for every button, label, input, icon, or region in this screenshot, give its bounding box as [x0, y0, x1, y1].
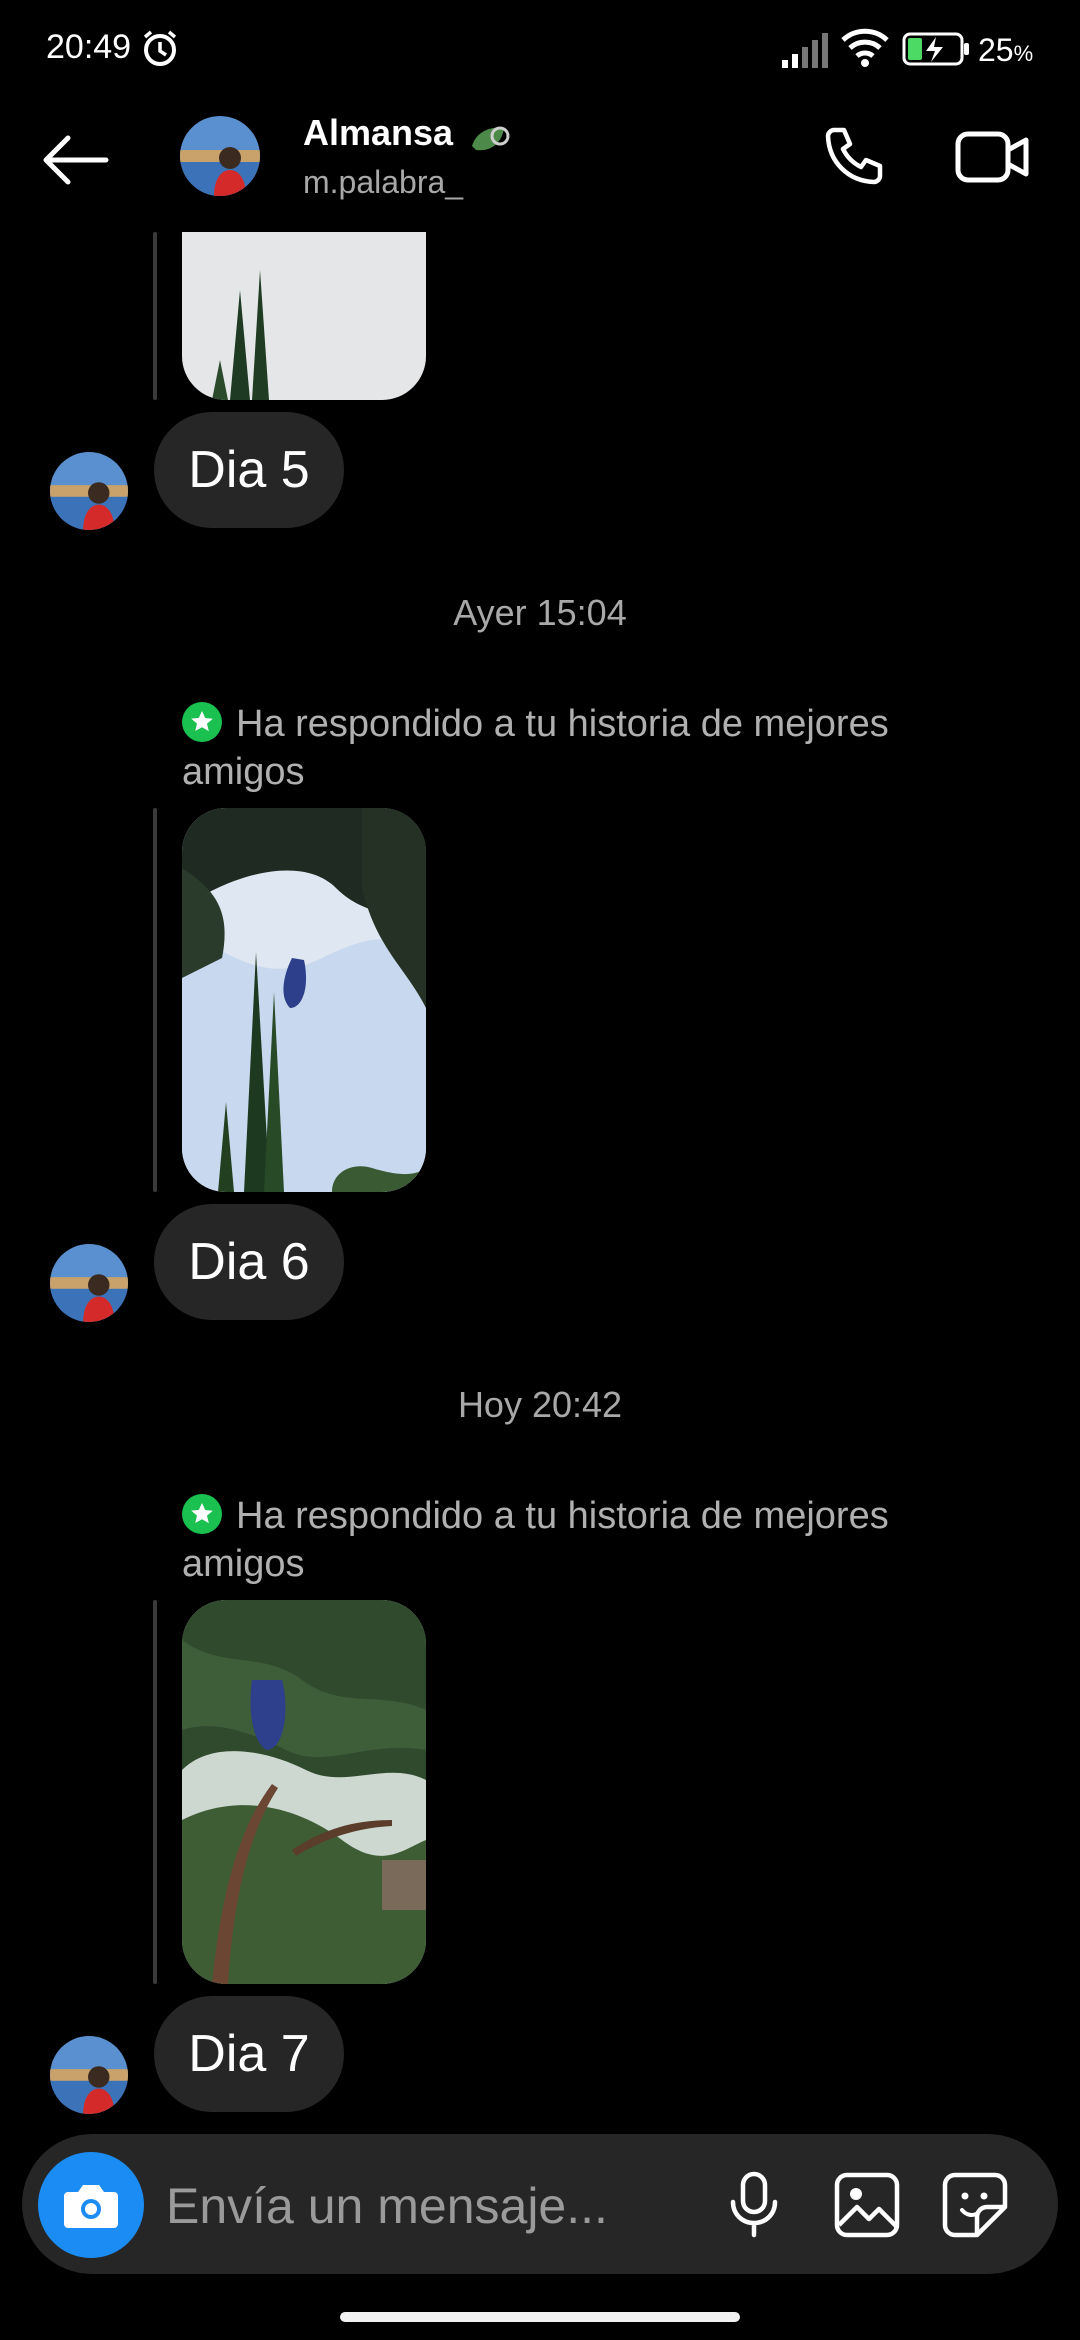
- contact-avatar-small[interactable]: [50, 452, 128, 530]
- gallery-button[interactable]: [832, 2170, 902, 2240]
- story-reply-image-2[interactable]: [182, 808, 426, 1192]
- contact-avatar-small[interactable]: [50, 1244, 128, 1322]
- reply-indicator-line: [153, 232, 157, 400]
- contact-username: m.palabra_: [303, 164, 464, 200]
- alarm-icon: [140, 28, 180, 68]
- message-bubble[interactable]: Dia 7: [154, 1996, 344, 2112]
- close-friends-star-icon: [182, 702, 222, 742]
- contact-name[interactable]: Almansa: [303, 112, 453, 154]
- story-reply-image-3[interactable]: [182, 1600, 426, 1984]
- story-reply-image-1[interactable]: [182, 232, 426, 400]
- message-bubble[interactable]: Dia 6: [154, 1204, 344, 1320]
- wifi-icon: [840, 28, 890, 68]
- home-indicator[interactable]: [340, 2312, 740, 2322]
- timestamp: Ayer 15:04: [453, 592, 627, 633]
- status-time: 20:49: [46, 28, 132, 66]
- signal-icon: [780, 32, 830, 68]
- close-friends-reply-note: Ha respondido a tu historia de mejores a…: [182, 1494, 889, 1585]
- close-friends-star-icon: [182, 1494, 222, 1534]
- battery-percentage: 25%: [978, 32, 1034, 68]
- back-button[interactable]: [36, 128, 116, 192]
- reply-indicator-line: [153, 1600, 157, 1984]
- close-friends-reply-note: Ha respondido a tu historia de mejores a…: [182, 702, 889, 793]
- battery-charging-icon: [902, 32, 970, 66]
- timestamp: Hoy 20:42: [457, 1384, 623, 1425]
- message-bubble[interactable]: Dia 5: [154, 412, 344, 528]
- leaf-icon: [468, 118, 512, 158]
- reply-indicator-line: [153, 808, 157, 1192]
- microphone-button[interactable]: [724, 2170, 784, 2240]
- phone-call-button[interactable]: [818, 122, 888, 192]
- contact-avatar-small[interactable]: [50, 2036, 128, 2114]
- camera-button[interactable]: [38, 2152, 144, 2258]
- chat-header: [0, 100, 1080, 230]
- message-input[interactable]: [166, 2176, 686, 2236]
- contact-avatar[interactable]: [180, 116, 260, 196]
- sticker-button[interactable]: [940, 2170, 1010, 2240]
- video-call-button[interactable]: [952, 122, 1032, 192]
